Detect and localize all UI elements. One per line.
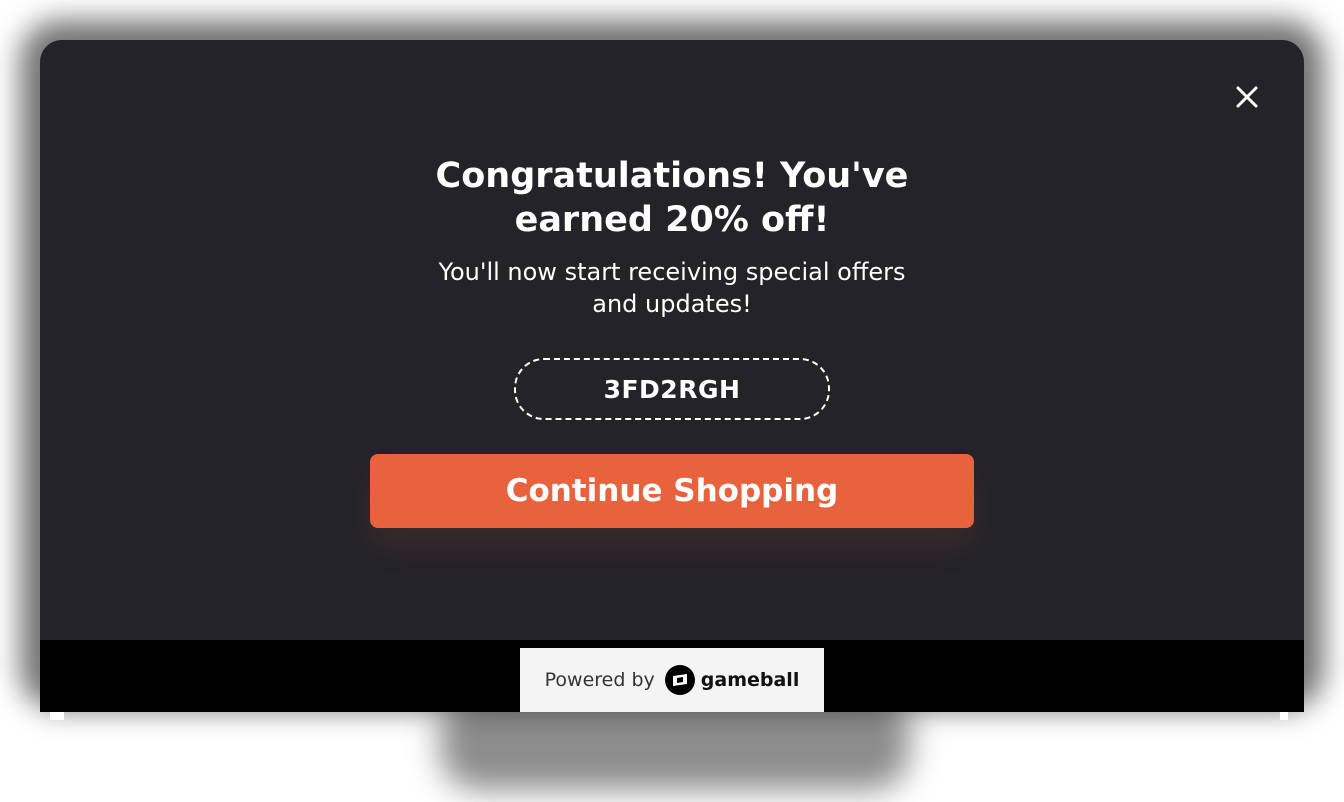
corner-mark-left [50,712,64,720]
gameball-logo-icon [664,665,695,695]
reward-modal: Congratulations! You've earned 20% off! … [40,40,1304,640]
continue-shopping-button[interactable]: Continue Shopping [370,454,974,528]
powered-by-label: Powered by [544,669,655,691]
modal-content: Congratulations! You've earned 20% off! … [40,154,1304,528]
coupon-code[interactable]: 3FD2RGH [514,358,830,420]
close-button[interactable] [1234,84,1260,110]
corner-mark-right [1280,712,1288,720]
brand: gameball [664,665,800,695]
modal-title: Congratulations! You've earned 20% off! [435,156,909,240]
close-icon [1236,86,1258,108]
powered-by-badge[interactable]: Powered by gameball [520,648,824,712]
modal-subtitle: You'll now start receiving special offer… [438,258,906,318]
brand-name: gameball [700,669,800,691]
